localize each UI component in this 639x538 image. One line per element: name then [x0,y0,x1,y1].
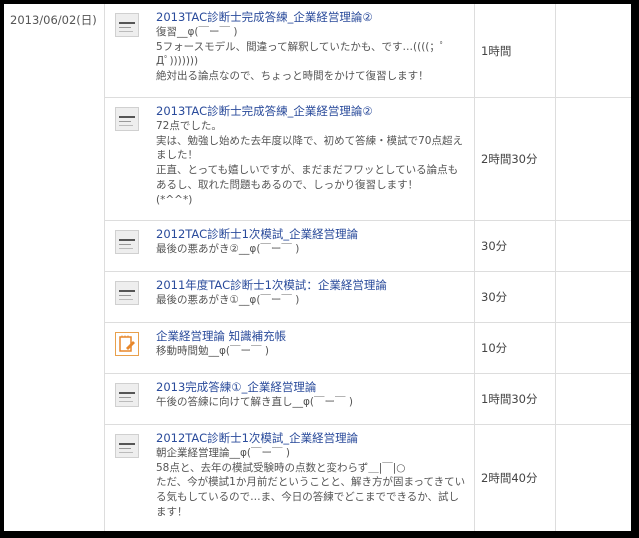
entry-description: 最後の悪あがき②__φ(￣ー￣ ) [156,243,300,255]
duration-value: 1時間30分 [481,392,538,406]
duration-value: 2時間40分 [481,471,538,485]
document-thumbnail-icon[interactable] [115,383,139,407]
duration-value: 30分 [481,239,508,253]
document-thumbnail-icon[interactable] [115,281,139,305]
duration-cell: 30分 [474,272,556,322]
entry-title-link[interactable]: 企業経営理論 知識補充帳 [156,329,468,344]
entry-content: 企業経営理論 知識補充帳 移動時間勉__φ(￣ー￣ ) [156,329,468,359]
duration-cell: 30分 [474,221,556,271]
entry-title-link[interactable]: 2013TAC診断士完成答練_企業経営理論② [156,10,468,25]
entry-title-link[interactable]: 2013TAC診断士完成答練_企業経営理論② [156,104,468,119]
notebook-pencil-icon[interactable] [115,332,139,356]
duration-cell: 2時間40分 [474,425,556,531]
entry-content: 2013完成答練①_企業経営理論 午後の答練に向けて解き直し__φ(￣ー￣ ) [156,380,468,410]
entry-title-link[interactable]: 2012TAC診断士1次模試_企業経営理論 [156,431,468,446]
duration-value: 10分 [481,341,508,355]
table-row: 2013TAC診断士完成答練_企業経営理論② 復習__φ(￣ー￣ ) 5フォース… [105,4,631,98]
duration-cell: 1時間30分 [474,374,556,424]
entry-title-link[interactable]: 2012TAC診断士1次模試_企業経営理論 [156,227,468,242]
entry-description: 復習__φ(￣ー￣ ) 5フォースモデル、間違って解釈していたかも、です…(((… [156,26,446,83]
document-thumbnail-icon[interactable] [115,434,139,458]
duration-value: 1時間 [481,43,512,58]
table-row: 2012TAC診断士1次模試_企業経営理論 最後の悪あがき②__φ(￣ー￣ ) … [105,221,631,272]
table-row: 企業経営理論 知識補充帳 移動時間勉__φ(￣ー￣ ) 10分 [105,323,631,374]
duration-cell: 10分 [474,323,556,373]
date-cell: 2013/06/02(日) [4,4,105,531]
entry-description: 72点でした。 実は、勉強し始めた去年度以降で、初めて答練・模試で70点超えまし… [156,120,463,206]
entry-description: 移動時間勉__φ(￣ー￣ ) [156,345,269,357]
entry-description: 午後の答練に向けて解き直し__φ(￣ー￣ ) [156,396,353,408]
duration-value: 30分 [481,290,508,304]
table-row: 2011年度TAC診断士1次模試：企業経営理論 最後の悪あがき①__φ(￣ー￣ … [105,272,631,323]
entry-title-link[interactable]: 2011年度TAC診断士1次模試：企業経営理論 [156,278,468,293]
entry-content: 2013TAC診断士完成答練_企業経営理論② 復習__φ(￣ー￣ ) 5フォース… [156,10,468,84]
entry-content: 2011年度TAC診断士1次模試：企業経営理論 最後の悪あがき①__φ(￣ー￣ … [156,278,468,308]
entry-description: 最後の悪あがき①__φ(￣ー￣ ) [156,294,300,306]
duration-value: 2時間30分 [481,152,538,166]
table-row: 2012TAC診断士1次模試_企業経営理論 朝企業経営理論__φ(￣ー￣ ) 5… [105,425,631,531]
document-thumbnail-icon[interactable] [115,107,139,131]
date-label: 2013/06/02(日) [10,13,97,27]
entry-content: 2013TAC診断士完成答練_企業経営理論② 72点でした。 実は、勉強し始めた… [156,104,468,207]
document-thumbnail-icon[interactable] [115,13,139,37]
table-row: 2013TAC診断士完成答練_企業経営理論② 72点でした。 実は、勉強し始めた… [105,98,631,221]
entry-content: 2012TAC診断士1次模試_企業経営理論 朝企業経営理論__φ(￣ー￣ ) 5… [156,431,468,520]
entry-description: 朝企業経営理論__φ(￣ー￣ ) 58点と、去年の模試受験時の点数と変わらず＿|… [156,447,466,518]
document-thumbnail-icon[interactable] [115,230,139,254]
duration-cell: 1時間 [474,4,556,97]
duration-cell: 2時間30分 [474,98,556,220]
entry-title-link[interactable]: 2013完成答練①_企業経営理論 [156,380,468,395]
table-row: 2013完成答練①_企業経営理論 午後の答練に向けて解き直し__φ(￣ー￣ ) … [105,374,631,425]
study-log-table: 2013/06/02(日) 2013TAC診断士完成答練_企業経営理論② 復習_… [4,4,631,531]
entry-content: 2012TAC診断士1次模試_企業経営理論 最後の悪あがき②__φ(￣ー￣ ) [156,227,468,257]
